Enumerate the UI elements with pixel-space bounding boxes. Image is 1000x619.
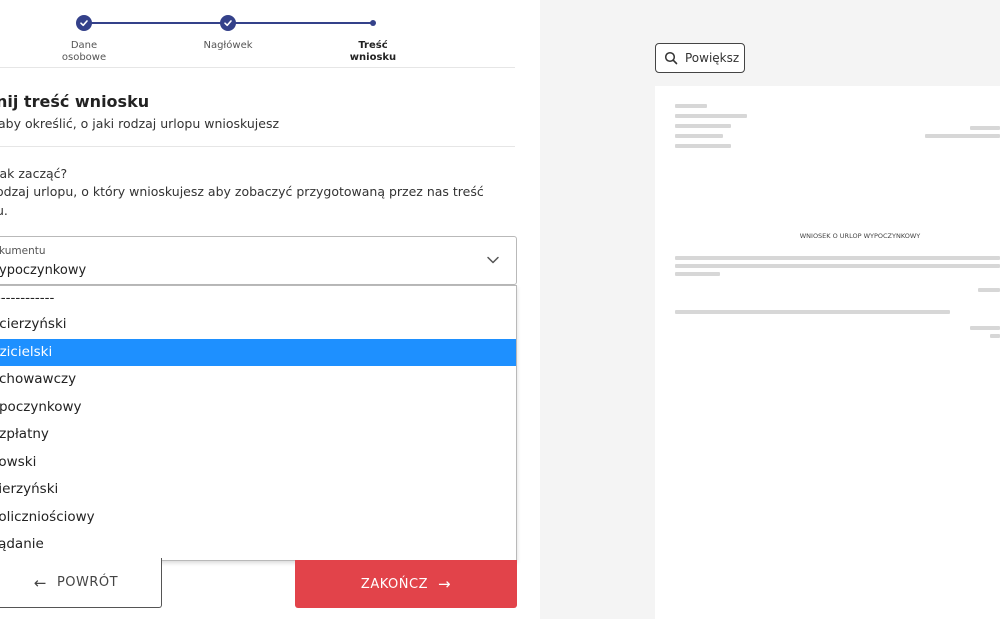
dropdown-option[interactable]: ychowawczy (0, 366, 516, 394)
dropdown-option[interactable]: ypoczynkowy (0, 394, 516, 422)
doc-placeholder-line (675, 114, 747, 118)
doc-placeholder-line (675, 134, 723, 138)
doc-placeholder-line (675, 310, 950, 314)
step-label-line: Dane (70, 40, 98, 51)
doc-placeholder-line (675, 124, 731, 128)
dropdown-list: ------------- acierzyński dzicielski ych… (0, 285, 517, 561)
doc-placeholder-line (970, 326, 1000, 330)
doc-placeholder-line (675, 256, 1000, 260)
dropdown-option[interactable]: ezpłatny (0, 421, 516, 449)
doc-placeholder-line (978, 288, 1000, 292)
zoom-button-label: Powiększ (685, 51, 740, 65)
dropdown-option-selected[interactable]: dzicielski (0, 338, 516, 366)
doc-placeholder-line (990, 334, 1000, 338)
step-dane-osobowe-check-icon[interactable] (76, 15, 92, 31)
section-title: nij treść wniosku (0, 92, 150, 111)
stepper: Dane osobowe Nagłówek Treść wniosku (0, 0, 515, 68)
dropdown-option[interactable]: żądanie (0, 531, 516, 559)
doc-placeholder-line (970, 126, 1000, 130)
document-preview: WNIOSEK O URLOP WYPOCZYNKOWY (655, 86, 1000, 619)
doc-placeholder-line (675, 144, 731, 148)
doc-placeholder-line (925, 134, 1000, 138)
doc-placeholder-line (675, 272, 720, 276)
section-subtitle: aby określić, o jaki rodzaj urlopu wnios… (0, 116, 280, 131)
arrow-right-icon: → (437, 575, 452, 593)
step-label-tresc-wniosku: Treść wniosku (333, 40, 413, 64)
hint-text: u. (0, 203, 8, 218)
step-label-line: Nagłówek (203, 40, 253, 51)
step-connector (84, 22, 228, 24)
doc-placeholder-line (675, 104, 707, 108)
hint-question: jak zacząć? (0, 166, 68, 181)
step-tresc-dot (370, 20, 376, 26)
dropdown-option[interactable]: cierzyński (0, 476, 516, 504)
step-naglowek-check-icon[interactable] (220, 15, 236, 31)
step-label-line: wniosku (349, 52, 397, 63)
arrow-left-icon: ← (33, 573, 47, 592)
select-value: ypoczynkowy (0, 263, 87, 278)
document-type-select[interactable]: kumentu ypoczynkowy (0, 236, 517, 285)
preview-panel: Powiększ WNIOSEK O URLOP WYPOCZYNKOWY (540, 0, 1000, 619)
back-button-label: POWRÓT (56, 575, 119, 590)
step-label-dane-osobowe[interactable]: Dane osobowe (44, 40, 124, 64)
dropdown-option[interactable]: ------------- (0, 286, 516, 311)
step-label-line: Treść (358, 40, 388, 51)
finish-button[interactable]: ZAKOŃCZ → (295, 560, 517, 608)
dropdown-option[interactable]: koliczniościowy (0, 504, 516, 532)
document-title: WNIOSEK O URLOP WYPOCZYNKOWY (799, 232, 921, 240)
divider (0, 146, 515, 147)
step-label-naglowek[interactable]: Nagłówek (188, 40, 268, 52)
back-button[interactable]: ← POWRÓT (0, 558, 162, 608)
doc-placeholder-line (675, 264, 1000, 268)
search-icon (664, 51, 678, 65)
select-label: kumentu (0, 245, 46, 257)
form-panel: Dane osobowe Nagłówek Treść wniosku nij … (0, 0, 540, 619)
zoom-button[interactable]: Powiększ (655, 43, 745, 73)
dropdown-option[interactable]: cowski (0, 449, 516, 477)
step-label-line: osobowe (61, 52, 107, 63)
step-connector (228, 22, 372, 24)
chevron-down-icon[interactable] (486, 253, 500, 267)
dropdown-option[interactable]: acierzyński (0, 311, 516, 339)
finish-button-label: ZAKOŃCZ (360, 576, 428, 592)
hint-text: odzaj urlopu, o który wnioskujesz aby zo… (0, 184, 484, 199)
